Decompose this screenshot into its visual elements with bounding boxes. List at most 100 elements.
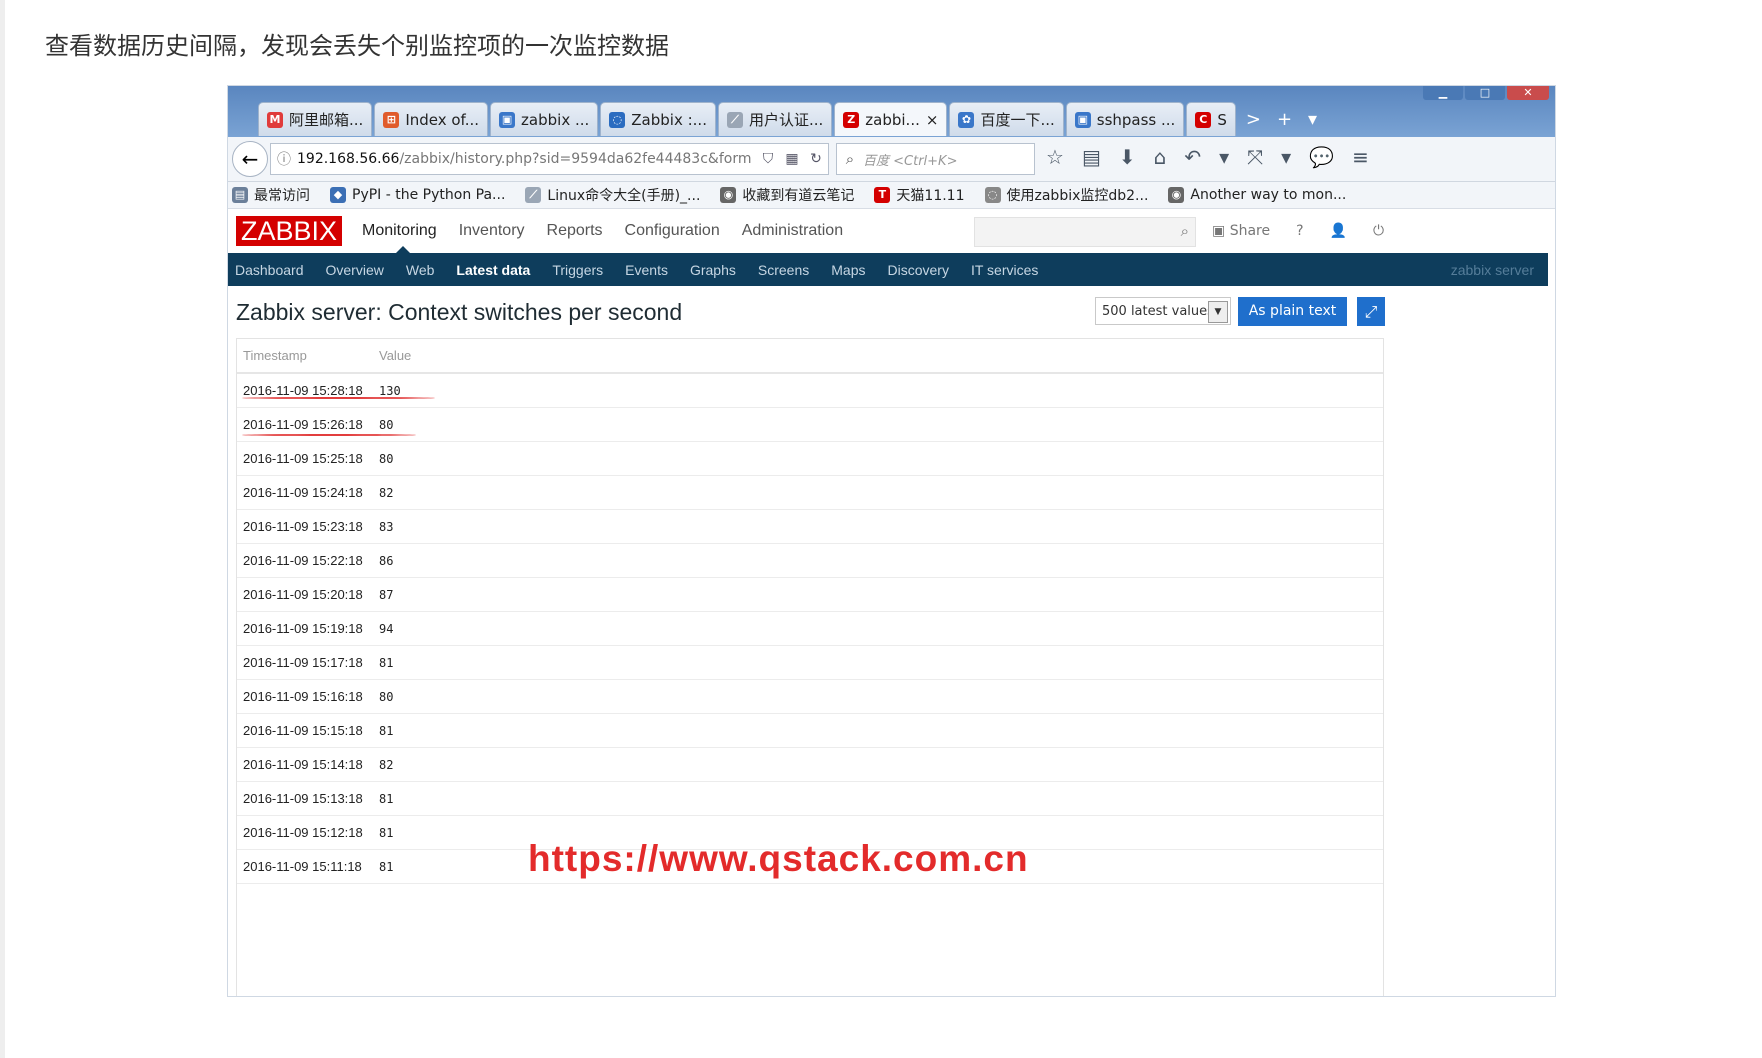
value-header[interactable]: Value xyxy=(377,348,579,363)
timestamp-header[interactable]: Timestamp xyxy=(237,348,377,363)
browser-tab[interactable]: M 阿里邮箱... xyxy=(258,102,373,136)
menu-icon[interactable]: ≡ xyxy=(1352,145,1369,169)
tab-label: 用户认证... xyxy=(748,111,824,129)
value-cell: 130 xyxy=(379,383,401,398)
bookmark-item[interactable]: ◉ Another way to mon... xyxy=(1168,187,1346,203)
timestamp-cell: 2016-11-09 15:25:18 xyxy=(243,451,363,466)
submenu-item-screens[interactable]: Screens xyxy=(758,262,809,278)
bookmark-item[interactable]: ◌ 使用zabbix监控db2... xyxy=(984,185,1149,205)
help-icon[interactable]: ? xyxy=(1296,223,1303,239)
browser-tab[interactable]: Zzabbi... × xyxy=(834,102,948,136)
submenu-item-latest-data[interactable]: Latest data xyxy=(456,262,530,278)
menu-item-monitoring[interactable]: Monitoring xyxy=(362,222,437,253)
qr-icon[interactable]: ▦ xyxy=(780,151,804,167)
submenu-item-web[interactable]: Web xyxy=(406,262,435,278)
reload-icon[interactable]: ↻ xyxy=(804,151,828,167)
submenu-item-graphs[interactable]: Graphs xyxy=(690,262,736,278)
bookmark-item[interactable]: ⟋ Linux命令大全(手册)_... xyxy=(525,185,700,205)
bookmark-item[interactable]: ◆ PyPI - the Python Pa... xyxy=(330,187,505,203)
submenu-item-overview[interactable]: Overview xyxy=(326,262,384,278)
maximize-icon[interactable]: □ xyxy=(1465,86,1505,100)
url-bar[interactable]: ⓘ 192.168.56.66/zabbix/history.php?sid=9… xyxy=(270,143,829,175)
close-tab-icon[interactable]: × xyxy=(926,111,939,129)
bookmark-item[interactable]: ▤ 最常访问 xyxy=(232,185,310,205)
zabbix-tools: ▣ Share ? 👤 ⏻ xyxy=(1212,209,1384,253)
browser-tabs: M 阿里邮箱... ⊞ Index of... ▣ zabbix ... ◌ Zabbix :… xyxy=(258,102,1317,137)
dropdown-icon[interactable]: ▾ xyxy=(1219,145,1229,169)
tab-label: Zabbix :... xyxy=(631,110,707,129)
menu-item-configuration[interactable]: Configuration xyxy=(625,222,720,240)
bookmark-item[interactable]: T 天猫11.11 xyxy=(874,185,965,205)
latest-values-select[interactable]: 500 latest values ▼ xyxy=(1095,297,1231,325)
submenu-item-maps[interactable]: Maps xyxy=(831,262,865,278)
url-text: 192.168.56.66/zabbix/history.php?sid=959… xyxy=(297,151,752,167)
browser-tab[interactable]: ✿ 百度一下... xyxy=(949,102,1064,136)
browser-tab[interactable]: ⊞ Index of... xyxy=(374,102,489,136)
zabbix-logo[interactable]: ZABBIX xyxy=(236,216,342,246)
bookmarks-bar: ▤ 最常访问 ◆ PyPI - the Python Pa... ⟋ Linux命令大全(… xyxy=(228,182,1555,209)
zabbix-search-input[interactable]: ⌕ xyxy=(974,217,1196,247)
timestamp-cell: 2016-11-09 15:14:18 xyxy=(243,757,363,772)
timestamp-cell: 2016-11-09 15:11:18 xyxy=(243,859,362,874)
close-window-icon[interactable]: ✕ xyxy=(1507,86,1549,100)
window-controls: ▁ □ ✕ xyxy=(1423,86,1549,100)
table-row: 2016-11-09 15:14:18 82 xyxy=(237,748,1383,782)
tab-favicon-icon: ⟋ xyxy=(726,111,743,128)
timestamp-cell: 2016-11-09 15:13:18 xyxy=(243,791,363,806)
scroll-tabs-icon[interactable]: > xyxy=(1246,109,1261,130)
undo-icon[interactable]: ↶ xyxy=(1184,145,1201,169)
value-cell: 86 xyxy=(379,553,394,568)
tab-list-icon[interactable]: ▾ xyxy=(1308,109,1317,130)
table-row: 2016-11-09 15:28:18 130 xyxy=(237,374,1383,408)
value-cell: 94 xyxy=(379,621,394,636)
browser-tab[interactable]: ▣ zabbix ... xyxy=(490,102,599,136)
share-link[interactable]: ▣ Share xyxy=(1212,223,1270,239)
as-plain-text-button[interactable]: As plain text xyxy=(1238,297,1347,326)
table-row: 2016-11-09 15:16:18 80 xyxy=(237,680,1383,714)
tab-label: zabbi... xyxy=(865,110,920,129)
menu-item-inventory[interactable]: Inventory xyxy=(459,222,525,240)
search-icon[interactable]: ⌕ xyxy=(1181,222,1189,240)
download-icon[interactable]: ⬇ xyxy=(1119,145,1136,169)
info-icon[interactable]: ⓘ xyxy=(271,149,297,169)
new-tab-icon[interactable]: + xyxy=(1277,109,1292,130)
value-cell: 87 xyxy=(379,587,394,602)
bookmark-item[interactable]: ◉ 收藏到有道云笔记 xyxy=(720,185,854,205)
bookmark-label: PyPI - the Python Pa... xyxy=(352,187,506,203)
browser-titlebar: ▁ □ ✕ M 阿里邮箱... ⊞ Index of... ▣ zabbix ... ◌ Za… xyxy=(228,86,1555,137)
chat-icon[interactable]: 💬 xyxy=(1309,145,1334,169)
reader-icon[interactable]: ▤ xyxy=(1082,145,1101,169)
submenu-item-it-services[interactable]: IT services xyxy=(971,262,1038,278)
zabbix-main-menu: Monitoring Inventory Reports Configuration A… xyxy=(362,209,843,253)
submenu-item-events[interactable]: Events xyxy=(625,262,668,278)
menu-item-administration[interactable]: Administration xyxy=(742,222,843,240)
submenu-item-discovery[interactable]: Discovery xyxy=(887,262,948,278)
table-header: Timestamp Value xyxy=(237,339,1383,374)
home-icon[interactable]: ⌂ xyxy=(1154,145,1167,169)
minimize-icon[interactable]: ▁ xyxy=(1423,86,1463,100)
bookmark-label: 使用zabbix监控db2... xyxy=(1006,188,1149,204)
browser-tab[interactable]: ◌ Zabbix :... xyxy=(600,102,716,136)
logout-icon[interactable]: ⏻ xyxy=(1373,223,1384,239)
submenu-item-dashboard[interactable]: Dashboard xyxy=(235,262,304,278)
table-row: 2016-11-09 15:26:18 80 xyxy=(237,408,1383,442)
browser-search-input[interactable]: ⌕ 百度 <Ctrl+K> xyxy=(836,143,1035,175)
browser-tab[interactable]: CS xyxy=(1186,102,1236,136)
menu-item-reports[interactable]: Reports xyxy=(547,222,603,240)
table-row: 2016-11-09 15:25:18 80 xyxy=(237,442,1383,476)
submenu-item-triggers[interactable]: Triggers xyxy=(552,262,603,278)
red-underline-annotation xyxy=(242,397,435,399)
bookmark-star-icon[interactable]: ☆ xyxy=(1046,145,1064,169)
bookmark-label: 天猫11.11 xyxy=(896,188,965,204)
tab-favicon-icon: Z xyxy=(843,111,860,128)
crop-icon[interactable]: ⤧ xyxy=(1247,145,1263,169)
user-icon[interactable]: 👤 xyxy=(1330,223,1347,239)
bookmark-icon: T xyxy=(874,187,891,203)
back-arrow-icon[interactable]: ← xyxy=(232,141,268,177)
shield-icon[interactable]: ⛉ xyxy=(756,151,780,167)
dropdown-icon[interactable]: ▾ xyxy=(1281,145,1291,169)
value-cell: 80 xyxy=(379,451,394,466)
browser-tab[interactable]: ⟋ 用户认证... xyxy=(717,102,833,136)
fullscreen-icon[interactable]: ⤢ xyxy=(1357,297,1385,326)
browser-tab[interactable]: ▣ sshpass ... xyxy=(1065,102,1185,136)
